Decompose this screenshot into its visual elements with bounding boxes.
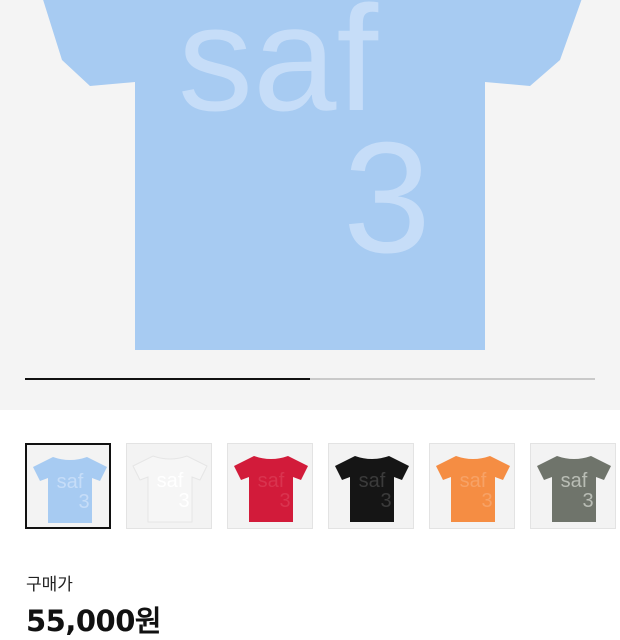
thumbnail-print-word: saf xyxy=(258,470,285,492)
thumbnail-print-word: saf xyxy=(157,470,184,492)
color-swatch-light-blue[interactable]: saf 3 xyxy=(25,443,111,529)
gallery-progress-track xyxy=(25,378,595,380)
color-swatch-white[interactable]: saf 3 xyxy=(126,443,212,529)
thumbnail-print-word: saf xyxy=(460,470,487,492)
print-number-text: 3 xyxy=(343,110,431,286)
color-swatch-gray[interactable]: saf 3 xyxy=(530,443,616,529)
tshirt-thumbnail: saf3 xyxy=(335,456,409,522)
color-swatch-red[interactable]: saf 3 xyxy=(227,443,313,529)
thumbnail-print-number: 3 xyxy=(380,490,391,512)
gallery-progress-fill xyxy=(25,378,310,380)
price-value: 55,000원 xyxy=(26,604,162,638)
thumbnail-print-word: saf xyxy=(561,470,588,492)
tshirt-thumbnail: saf3 xyxy=(537,456,611,522)
thumbnail-print-number: 3 xyxy=(582,490,593,512)
tshirt-image: saf 3 xyxy=(43,0,582,350)
color-swatch-black[interactable]: saf 3 xyxy=(328,443,414,529)
tshirt-thumbnail: saf3 xyxy=(33,457,107,523)
thumbnail-print-word: saf xyxy=(359,470,386,492)
thumbnail-print-number: 3 xyxy=(78,491,89,513)
tshirt-thumbnail: saf3 xyxy=(436,456,510,522)
color-swatch-orange[interactable]: saf 3 xyxy=(429,443,515,529)
tshirt-thumbnail: saf3 xyxy=(132,455,208,523)
tshirt-thumbnail: saf3 xyxy=(234,456,308,522)
thumbnail-print-word: saf xyxy=(57,471,84,493)
thumbnail-print-number: 3 xyxy=(279,490,290,512)
thumbnail-print-number: 3 xyxy=(178,490,189,512)
product-image[interactable]: saf 3 xyxy=(0,0,620,410)
color-swatch-list: saf 3 saf 3 saf 3 saf 3 saf 3 saf 3 xyxy=(25,443,620,531)
price-label: 구매가 xyxy=(26,575,73,595)
thumbnail-print-number: 3 xyxy=(481,490,492,512)
